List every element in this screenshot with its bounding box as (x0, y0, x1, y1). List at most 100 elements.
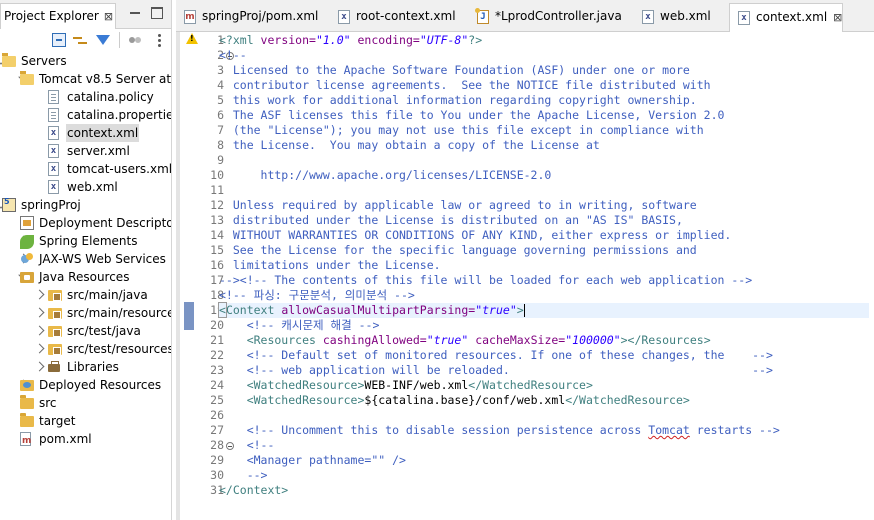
chevron-right-icon[interactable] (34, 361, 45, 372)
chevron-right-icon[interactable] (34, 325, 45, 336)
tree-item[interactable]: JAX-WS Web Services (0, 250, 171, 268)
view-menu-icon[interactable] (157, 33, 161, 47)
code-line[interactable]: The ASF licenses this file to You under … (219, 108, 725, 123)
code-token: (the "License"); you may not use this fi… (219, 123, 704, 137)
chevron-right-icon[interactable] (34, 307, 45, 318)
line-number: 26 (210, 408, 224, 422)
tree-item[interactable]: Libraries (0, 358, 171, 376)
link-with-editor-icon[interactable] (73, 33, 87, 47)
code-line[interactable]: Licensed to the Apache Software Foundati… (219, 63, 690, 78)
close-icon[interactable]: ⊠ (104, 10, 113, 23)
chevron-right-icon[interactable] (34, 343, 45, 354)
maven-file-icon: m (184, 10, 196, 24)
source-folder-icon (48, 290, 62, 301)
project-explorer-panel: Project Explorer ⊠ Servers Tomcat v8.5 Ser… (0, 0, 172, 520)
tree-item[interactable]: server.xml (0, 142, 171, 160)
code-line[interactable]: <Resources cashingAllowed="true" cacheMa… (219, 333, 711, 348)
code-line[interactable]: <Manager pathname="" /> (219, 453, 406, 468)
code-line[interactable]: <!-- 캐시문제 해결 --> (219, 318, 380, 333)
tree-item-label: src/test/resources (67, 342, 172, 356)
tree-item[interactable]: tomcat-users.xml (0, 160, 172, 178)
tree-item[interactable]: src (0, 394, 171, 412)
filter-icon[interactable] (96, 35, 110, 45)
tree-item[interactable]: Deployed Resources (0, 376, 171, 394)
tree-item-label: catalina.policy (67, 90, 154, 104)
tree-item[interactable]: Deployment Descriptor: s (0, 214, 171, 232)
code-token: <?xml (219, 33, 261, 47)
code-token: ?> (468, 33, 483, 47)
code-line[interactable]: distributed under the License is distrib… (219, 213, 683, 228)
code-line[interactable]: Unless required by applicable law or agr… (219, 198, 697, 213)
code-line[interactable]: <WatchedResource>${catalina.base}/conf/w… (219, 393, 690, 408)
minimize-icon[interactable] (129, 7, 141, 19)
code-line[interactable]: See the License for the specific languag… (219, 243, 697, 258)
code-line[interactable]: --> (219, 468, 268, 483)
tree-item[interactable]: web.xml (0, 178, 171, 196)
folder-icon (20, 395, 34, 409)
editor-tab[interactable]: J *LprodController.java (469, 3, 622, 32)
code-line[interactable]: <!-- (219, 438, 275, 453)
code-line[interactable]: http://www.apache.org/licenses/LICENSE-2… (219, 168, 552, 183)
maximize-icon[interactable] (151, 7, 163, 19)
editor-tab-label: context.xml (756, 10, 828, 24)
code-token: <!-- (219, 48, 247, 62)
code-line[interactable]: <!-- (219, 48, 247, 63)
tree-item[interactable]: context.xml (0, 124, 171, 142)
tree-item[interactable]: src/main/java (0, 286, 171, 304)
code-line[interactable]: <WatchedResource>WEB-INF/web.xml</Watche… (219, 378, 593, 393)
editor-body[interactable]: 1234567891011121314151617181920212223242… (176, 32, 874, 520)
tree-item[interactable]: target (0, 412, 171, 430)
tree-item[interactable]: Servers (0, 52, 171, 70)
code-token: version= (260, 33, 316, 47)
tree-item-label: tomcat-users.xml (67, 162, 172, 176)
code-line[interactable]: limitations under the License. (219, 258, 441, 273)
code-token: <Resources (219, 333, 323, 347)
project-icon (2, 193, 16, 212)
code-token: http://www.apache.org/licenses/LICENSE-2… (219, 168, 552, 182)
code-token: WITHOUT WARRANTIES OR CONDITIONS OF ANY … (219, 228, 732, 242)
code-line[interactable]: </Context> (219, 483, 288, 498)
tree-item-label: src (39, 396, 57, 410)
chevron-right-icon[interactable] (34, 289, 45, 300)
tree-item[interactable]: Java Resources (0, 268, 171, 286)
code-line[interactable]: the License. You may obtain a copy of th… (219, 138, 600, 153)
code-token: "UTF-8" (419, 33, 469, 47)
editor-tab[interactable]: x context.xml ⊠ (729, 3, 844, 32)
text-cursor (523, 304, 525, 317)
tree-item[interactable]: Spring Elements (0, 232, 171, 250)
code-line[interactable]: <!-- Default set of monitored resources.… (219, 348, 773, 363)
tree-item[interactable]: springProj (0, 193, 171, 214)
editor-tab[interactable]: x root-context.xml (330, 3, 456, 32)
tree-item[interactable]: catalina.properties (0, 106, 171, 124)
code-line[interactable]: WITHOUT WARRANTIES OR CONDITIONS OF ANY … (219, 228, 732, 243)
code-line[interactable]: <Context allowCasualMultipartParsing="tr… (218, 302, 869, 318)
code-line[interactable]: <?xml version="1.0" encoding="UTF-8"?> (219, 33, 482, 48)
tree-item[interactable]: catalina.policy (0, 88, 171, 106)
project-explorer-tab[interactable]: Project Explorer ⊠ (0, 3, 116, 29)
tree-item[interactable]: src/main/resources (0, 304, 171, 322)
code-line[interactable]: <!-- web application will be reloaded. -… (219, 363, 773, 378)
tree-item[interactable]: Tomcat v8.5 Server at loc (0, 70, 171, 88)
tree-item-label: src/test/java (67, 324, 141, 338)
code-line[interactable]: <!-- Uncomment this to disable session p… (219, 423, 780, 438)
code-line[interactable]: <!-- 파싱: 구문분석, 의미분석 --> (219, 288, 415, 303)
tree-item-label: context.xml (66, 124, 140, 142)
tree-item-label: web.xml (67, 180, 118, 194)
editor-tab[interactable]: m springProj/pom.xml (176, 3, 318, 32)
code-line[interactable]: (the "License"); you may not use this fi… (219, 123, 704, 138)
working-sets-icon[interactable] (128, 33, 142, 47)
code-token: "100000" (565, 333, 621, 347)
code-line[interactable]: contributor license agreements. See the … (219, 78, 711, 93)
collapse-all-icon[interactable] (52, 33, 66, 47)
code-line[interactable]: this work for additional information reg… (219, 93, 697, 108)
code-token: <Manager pathname="" /> (219, 453, 406, 467)
close-icon[interactable]: ⊠ (833, 11, 842, 24)
code-line[interactable]: --><!-- The contents of this file will b… (219, 273, 752, 288)
tree-item[interactable]: pom.xml (0, 430, 171, 450)
tree-item[interactable]: src/test/resources (0, 340, 172, 358)
code-token: the License. You may obtain a copy of th… (219, 138, 600, 152)
xml-file-icon (48, 180, 59, 194)
tree-item[interactable]: src/test/java (0, 322, 171, 340)
editor-tab[interactable]: x web.xml (634, 3, 711, 32)
code-token: <!-- 캐시문제 해결 --> (219, 318, 380, 332)
